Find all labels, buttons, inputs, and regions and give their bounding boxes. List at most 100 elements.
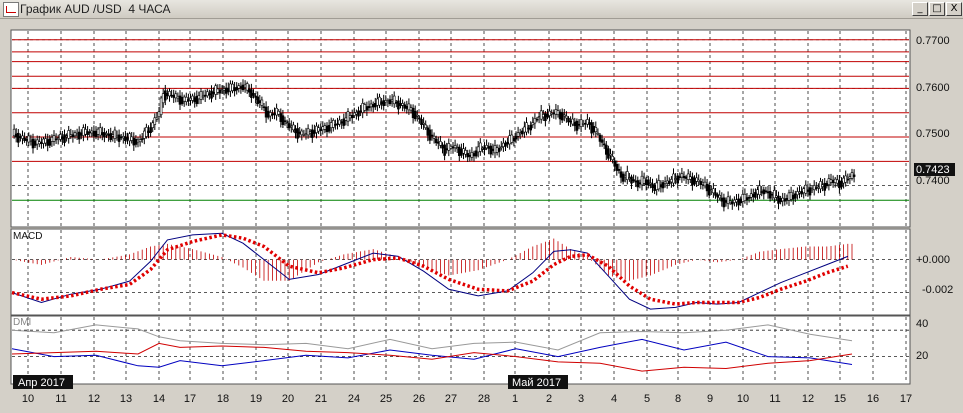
bull-candle — [810, 188, 814, 191]
bull-candle — [835, 179, 839, 184]
time-tick-label: 11 — [55, 393, 66, 405]
bull-candle — [758, 185, 761, 196]
bull-candle — [352, 112, 356, 116]
bull-candle — [695, 177, 698, 182]
bear-candle — [684, 176, 688, 179]
bear-candle — [466, 153, 470, 158]
bull-candle — [56, 137, 60, 140]
bear-candle — [248, 88, 251, 93]
bear-candle — [621, 173, 625, 182]
bear-candle — [770, 193, 774, 196]
bear-candle — [140, 138, 144, 140]
bear-candle — [16, 132, 20, 143]
price-tick-label: 0.7700 — [916, 35, 950, 47]
bear-candle — [445, 148, 449, 151]
bear-candle — [420, 119, 423, 126]
bull-candle — [376, 98, 379, 106]
time-tick-label: 5 — [644, 393, 650, 405]
bull-candle — [275, 107, 278, 116]
bear-candle — [388, 99, 392, 105]
bull-candle — [58, 134, 62, 140]
bear-candle — [638, 182, 642, 185]
bull-candle — [609, 153, 612, 156]
bear-candle — [264, 106, 268, 118]
bull-candle — [52, 135, 56, 142]
bear-candle — [298, 131, 302, 134]
bear-candle — [357, 110, 360, 117]
bull-candle — [363, 104, 367, 111]
bull-candle — [481, 147, 484, 150]
bull-candle — [554, 109, 558, 115]
bull-candle — [145, 127, 148, 137]
bear-candle — [310, 129, 314, 138]
bear-candle — [838, 180, 841, 189]
bear-candle — [124, 136, 127, 142]
bear-candle — [762, 189, 766, 195]
bull-candle — [518, 132, 522, 135]
bull-candle — [390, 99, 394, 102]
bear-candle — [227, 87, 230, 93]
bull-candle — [69, 134, 73, 137]
bear-candle — [667, 180, 671, 185]
bull-candle — [649, 182, 652, 185]
bear-candle — [636, 180, 640, 188]
bear-candle — [745, 197, 749, 201]
bear-candle — [203, 94, 207, 97]
maximize-button[interactable]: □ — [929, 2, 945, 16]
bear-candle — [546, 113, 549, 118]
bull-candle — [317, 127, 320, 132]
bear-candle — [334, 124, 337, 126]
window-title: График AUD /USD 4 ЧАСА — [20, 2, 171, 16]
bull-candle — [138, 139, 142, 143]
bear-candle — [491, 148, 495, 151]
bull-candle — [122, 136, 125, 139]
bear-candle — [764, 190, 768, 193]
bear-candle — [506, 141, 509, 145]
bear-candle — [558, 111, 562, 120]
bear-candle — [806, 189, 810, 192]
bear-candle — [233, 87, 236, 92]
macd-tick-label: +0.000 — [916, 254, 950, 266]
bear-candle — [676, 175, 680, 184]
bull-candle — [756, 189, 759, 195]
bear-candle — [411, 107, 415, 119]
bear-candle — [134, 138, 138, 145]
bear-candle — [720, 197, 724, 202]
bull-candle — [73, 132, 77, 137]
bull-candle — [355, 112, 358, 115]
bear-candle — [766, 191, 770, 194]
bear-candle — [359, 110, 362, 113]
bear-candle — [94, 130, 98, 137]
bull-candle — [749, 193, 753, 198]
title-bar[interactable]: График AUD /USD 4 ЧАСА _ □ X — [0, 0, 963, 19]
bear-candle — [394, 101, 398, 104]
bull-candle — [455, 147, 459, 150]
bull-candle — [189, 97, 192, 101]
bull-candle — [344, 117, 348, 121]
bull-candle — [550, 112, 554, 115]
bear-candle — [166, 92, 169, 97]
bear-candle — [86, 131, 89, 135]
close-button[interactable]: X — [946, 2, 962, 16]
chart-area[interactable]: 0.7700 0.7600 0.7500 0.7400 MACD +0.000 … — [0, 18, 963, 413]
bear-candle — [180, 97, 184, 104]
bull-candle — [674, 178, 677, 180]
bull-candle — [556, 110, 560, 115]
bull-candle — [821, 184, 824, 187]
bear-candle — [281, 115, 285, 125]
bull-candle — [625, 171, 629, 180]
bull-candle — [453, 145, 457, 149]
minimize-button[interactable]: _ — [912, 2, 928, 16]
bear-candle — [632, 179, 635, 182]
bear-candle — [80, 132, 83, 136]
bull-candle — [640, 175, 644, 186]
chart-window: График AUD /USD 4 ЧАСА _ □ X 0.7700 0.76… — [0, 0, 963, 413]
current-price-label: 0.7423 — [916, 164, 950, 176]
bear-candle — [487, 146, 491, 149]
bear-candle — [754, 192, 757, 198]
bull-candle — [628, 177, 631, 179]
bull-candle — [304, 133, 308, 136]
bear-candle — [441, 144, 444, 149]
bull-candle — [697, 179, 701, 182]
bear-candle — [342, 118, 346, 126]
